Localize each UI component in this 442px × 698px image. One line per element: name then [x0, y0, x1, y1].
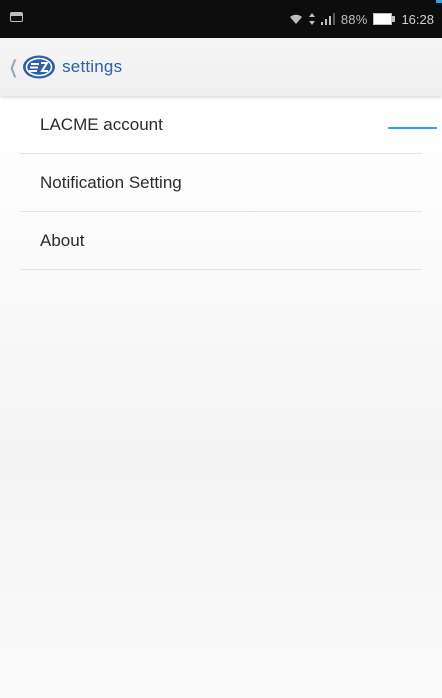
chevron-left-icon: ❮ [9, 57, 19, 77]
notification-icon [10, 12, 23, 22]
menu-item-notification-setting[interactable]: Notification Setting [20, 154, 422, 212]
app-header: ❮ settings [0, 38, 442, 96]
menu-item-label: Notification Setting [40, 172, 182, 192]
status-bar: 88% 16:28 [0, 0, 442, 38]
menu-item-label: About [40, 230, 85, 250]
signal-icon [320, 13, 335, 25]
settings-list: LACME account Notification Setting About [20, 96, 422, 270]
app-logo [23, 55, 56, 79]
battery-icon [373, 13, 396, 25]
menu-item-lacme-account[interactable]: LACME account [20, 96, 422, 154]
wifi-icon [289, 13, 303, 25]
accent-mark [436, 0, 442, 3]
menu-item-label: LACME account [40, 114, 163, 134]
data-arrows-icon [308, 13, 315, 25]
back-button[interactable]: ❮ settings [0, 38, 122, 96]
page-title: settings [62, 57, 123, 76]
battery-percent: 88% [340, 11, 368, 27]
menu-item-about[interactable]: About [20, 212, 422, 270]
clock: 16:28 [401, 11, 434, 27]
settings-content: LACME account Notification Setting About [0, 96, 442, 698]
status-indicators: 88% 16:28 [289, 0, 434, 38]
accent-line [388, 127, 437, 129]
